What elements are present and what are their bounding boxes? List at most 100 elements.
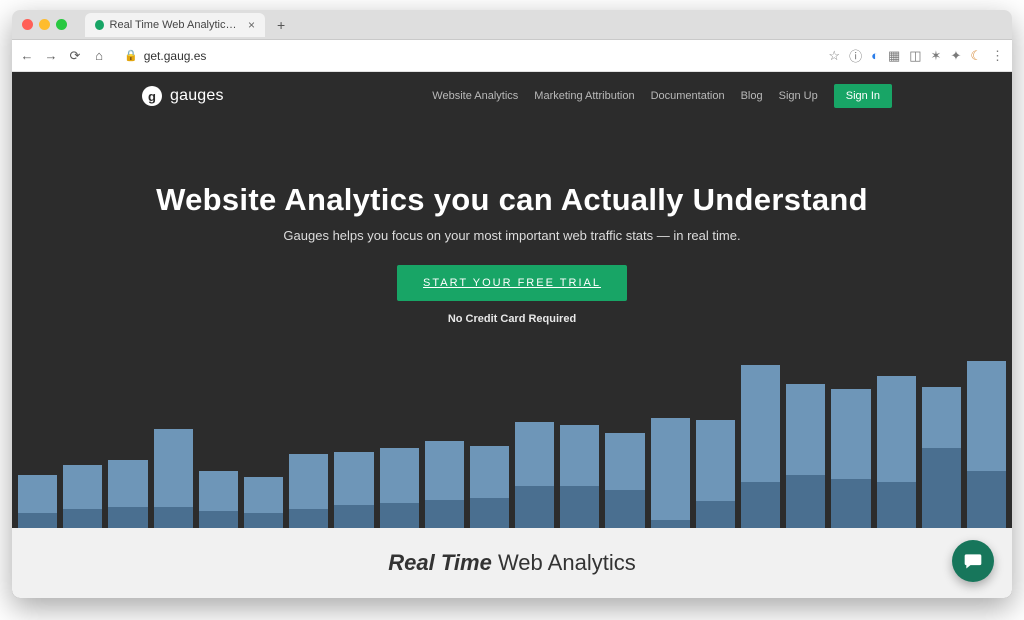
star-icon[interactable]: ☆ xyxy=(828,48,840,64)
browser-toolbar: ← → ⟳ ⌂ 🔒 get.gaug.es ☆ ⓘ ◐ ▦ ◫ ✶ ✦ ☾ ⋮ xyxy=(12,40,1012,72)
moon-icon[interactable]: ☾ xyxy=(970,48,982,64)
chat-icon xyxy=(963,551,983,571)
chart-bar-lower xyxy=(696,501,735,528)
chart-bar-upper xyxy=(18,475,57,513)
hero-subhead: Gauges helps you focus on your most impo… xyxy=(12,228,1012,243)
chart-bar-upper xyxy=(199,471,238,511)
tab-close-icon[interactable]: × xyxy=(248,18,255,32)
section-title-em: Real Time xyxy=(388,550,492,575)
hero: Website Analytics you can Actually Under… xyxy=(12,120,1012,325)
nav-documentation[interactable]: Documentation xyxy=(651,90,725,102)
chart-bar xyxy=(741,338,780,528)
favicon-icon xyxy=(95,20,104,30)
chart-bar-lower xyxy=(967,471,1006,528)
extension-icon-1[interactable]: ▦ xyxy=(888,48,900,64)
sign-in-button[interactable]: Sign In xyxy=(834,84,892,108)
chart-bar-upper xyxy=(786,384,825,475)
chart-bar xyxy=(199,338,238,528)
menu-icon[interactable]: ⋮ xyxy=(991,48,1004,64)
browser-window: Real Time Web Analytics & Ma × + ← → ⟳ ⌂… xyxy=(12,10,1012,598)
url-text: get.gaug.es xyxy=(144,49,207,63)
chart-bar xyxy=(922,338,961,528)
chart-bar xyxy=(605,338,644,528)
chat-widget-button[interactable] xyxy=(952,540,994,582)
nav-sign-up[interactable]: Sign Up xyxy=(779,90,818,102)
chart-bar-lower xyxy=(605,490,644,528)
site-header: g gauges Website Analytics Marketing Att… xyxy=(12,72,1012,120)
chart-bar xyxy=(786,338,825,528)
chart-bar xyxy=(154,338,193,528)
chart-bar xyxy=(560,338,599,528)
chart-bar-lower xyxy=(199,511,238,528)
puzzle-icon[interactable]: ✦ xyxy=(950,48,961,64)
nav-website-analytics[interactable]: Website Analytics xyxy=(432,90,518,102)
chart-bar-upper xyxy=(831,389,870,478)
brand-logo-icon: g xyxy=(142,86,162,106)
traffic-bar-chart xyxy=(12,338,1012,528)
chart-bar xyxy=(18,338,57,528)
chart-bar xyxy=(651,338,690,528)
tab-title: Real Time Web Analytics & Ma xyxy=(110,19,238,31)
shield-icon[interactable]: ◐ xyxy=(871,48,879,63)
chart-bar-upper xyxy=(741,365,780,483)
chart-bar-upper xyxy=(334,452,373,505)
reload-icon[interactable]: ⟳ xyxy=(68,48,82,64)
chart-bar-upper xyxy=(560,425,599,486)
chart-bar xyxy=(63,338,102,528)
back-icon[interactable]: ← xyxy=(20,48,34,63)
chart-bar-upper xyxy=(63,465,102,509)
chart-bar-lower xyxy=(425,500,464,529)
chart-bar xyxy=(831,338,870,528)
nav-marketing-attribution[interactable]: Marketing Attribution xyxy=(534,90,634,102)
address-bar[interactable]: 🔒 get.gaug.es xyxy=(116,45,818,67)
chart-bar xyxy=(515,338,554,528)
section-realtime: Real Time Web Analytics xyxy=(12,528,1012,598)
chart-bar-upper xyxy=(470,446,509,497)
brand-name: gauges xyxy=(170,87,224,105)
chart-bar xyxy=(967,338,1006,528)
start-trial-button[interactable]: START YOUR FREE TRIAL xyxy=(397,265,627,301)
page-content: g gauges Website Analytics Marketing Att… xyxy=(12,72,1012,598)
chart-bar-upper xyxy=(967,361,1006,471)
chart-bar-upper xyxy=(877,376,916,482)
chart-bar-upper xyxy=(651,418,690,521)
extension-icon-2[interactable]: ◫ xyxy=(909,48,921,64)
home-icon[interactable]: ⌂ xyxy=(92,48,106,63)
chart-bar xyxy=(425,338,464,528)
window-close-icon[interactable] xyxy=(22,19,33,30)
chart-bar-lower xyxy=(470,498,509,528)
chart-bar-upper xyxy=(154,429,193,507)
chart-bar-upper xyxy=(380,448,419,503)
chart-bar xyxy=(334,338,373,528)
extension-icon-3[interactable]: ✶ xyxy=(931,48,942,64)
chart-bar xyxy=(289,338,328,528)
chart-bar xyxy=(696,338,735,528)
chart-bar-lower xyxy=(877,482,916,528)
section-title: Real Time Web Analytics xyxy=(388,550,635,576)
chart-bar-lower xyxy=(63,509,102,528)
new-tab-button[interactable]: + xyxy=(277,17,285,33)
brand-logo-letter: g xyxy=(148,89,156,104)
window-minimize-icon[interactable] xyxy=(39,19,50,30)
forward-icon[interactable]: → xyxy=(44,48,58,63)
chart-bar-lower xyxy=(380,503,419,528)
lock-icon: 🔒 xyxy=(124,49,138,62)
nav-blog[interactable]: Blog xyxy=(741,90,763,102)
chart-bar xyxy=(380,338,419,528)
chart-bar-upper xyxy=(515,422,554,487)
chart-bar-lower xyxy=(244,513,283,528)
brand[interactable]: g gauges xyxy=(142,86,224,106)
chart-bar-lower xyxy=(831,479,870,528)
chart-bar-upper xyxy=(244,477,283,513)
section-title-rest: Web Analytics xyxy=(492,550,636,575)
chart-bar-lower xyxy=(154,507,193,528)
browser-tab[interactable]: Real Time Web Analytics & Ma × xyxy=(85,13,265,37)
chart-bar-lower xyxy=(515,486,554,528)
chart-bar-lower xyxy=(651,520,690,528)
chart-bar-lower xyxy=(18,513,57,528)
info-icon[interactable]: ⓘ xyxy=(849,46,862,65)
hero-subtext: No Credit Card Required xyxy=(12,313,1012,325)
window-maximize-icon[interactable] xyxy=(56,19,67,30)
chart-bar xyxy=(108,338,147,528)
chart-bar xyxy=(244,338,283,528)
